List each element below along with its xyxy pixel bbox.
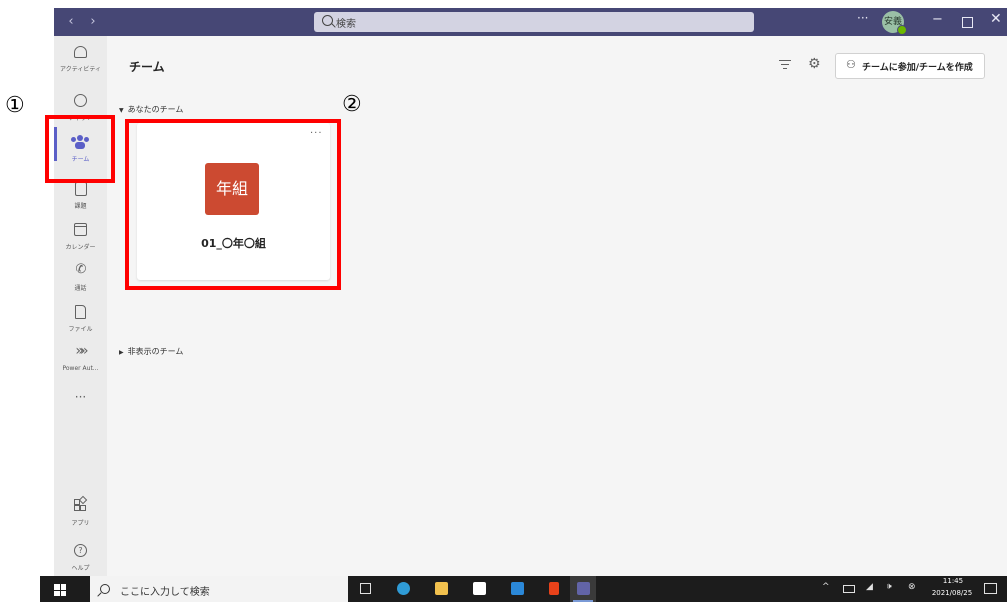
- annotation-marker-1: ①: [5, 93, 25, 118]
- join-or-create-team-button[interactable]: ⚇ チームに参加/チームを作成: [835, 53, 985, 79]
- windows-start-icon[interactable]: [54, 584, 66, 596]
- appbar-item-apps[interactable]: アプリ: [54, 495, 107, 536]
- calendar-icon: [74, 223, 87, 236]
- appbar-item-files[interactable]: ファイル: [54, 302, 107, 342]
- maximize-icon[interactable]: [962, 17, 973, 28]
- chevron-left-icon[interactable]: ‹: [62, 13, 80, 31]
- appbar-item-power-automate[interactable]: »» Power Aut...: [54, 343, 107, 383]
- chevron-right-icon[interactable]: ›: [84, 13, 102, 31]
- phone-icon: ✆: [75, 262, 87, 277]
- search-icon: [322, 15, 333, 26]
- your-teams-toggle[interactable]: ▼ あなたのチーム: [119, 104, 183, 115]
- appbar-item-label: ヘルプ: [71, 565, 90, 572]
- battery-icon[interactable]: [843, 585, 855, 593]
- hidden-teams-label: 非表示のチーム: [127, 347, 184, 356]
- store-icon[interactable]: [466, 576, 492, 602]
- more-options-icon[interactable]: ···: [857, 11, 868, 25]
- mic-muted-icon[interactable]: ⊗: [908, 582, 916, 592]
- add-people-icon: ⚇: [846, 58, 856, 71]
- file-explorer-icon[interactable]: [428, 576, 454, 602]
- appbar-item-label: 通話: [74, 285, 87, 292]
- main-pane: チーム ⚙ ⚇ チームに参加/チームを作成 ▼ あなたのチーム ··· 年組 01…: [107, 36, 1007, 576]
- minimize-icon[interactable]: −: [932, 12, 943, 27]
- annotation-marker-2: ②: [342, 92, 362, 117]
- appbar-item-label: Power Aut...: [62, 365, 99, 372]
- hidden-teams-toggle[interactable]: ▶ 非表示のチーム: [119, 346, 183, 357]
- caret-down-icon: ▼: [119, 107, 124, 114]
- taskbar: ここに入力して検索 ^ ◢ 🕩 ⊗ 11:45 2021/08/25: [40, 576, 1007, 602]
- mail-icon[interactable]: [504, 576, 530, 602]
- gear-icon[interactable]: ⚙: [808, 56, 821, 72]
- taskbar-search-input[interactable]: ここに入力して検索: [90, 576, 348, 602]
- search-input[interactable]: 検索: [314, 12, 754, 32]
- notification-icon[interactable]: [984, 583, 997, 594]
- network-icon[interactable]: ◢: [866, 582, 873, 592]
- help-icon: ?: [74, 544, 87, 557]
- file-icon: [75, 305, 86, 319]
- appbar-item-calls[interactable]: ✆ 通話: [54, 261, 107, 301]
- appbar-item-label: アプリ: [71, 520, 90, 527]
- search-icon: [100, 584, 110, 594]
- volume-icon[interactable]: 🕩: [886, 582, 892, 592]
- header: チーム ⚙ ⚇ チームに参加/チームを作成: [107, 36, 1007, 92]
- appbar-item-assignments[interactable]: 課題: [54, 179, 107, 219]
- chat-icon: [74, 94, 87, 107]
- appbar-item-activity[interactable]: アクティビティ: [54, 42, 107, 82]
- power-automate-icon: »»: [75, 343, 88, 359]
- annotation-box-1: [45, 115, 115, 183]
- apps-icon: [74, 495, 88, 511]
- appbar-item-label: カレンダー: [65, 244, 96, 251]
- task-view-icon[interactable]: [352, 576, 378, 602]
- appbar-item-help[interactable]: ? ヘルプ: [54, 541, 107, 581]
- appbar-item-label: アクティビティ: [60, 66, 101, 73]
- title-bar: ‹ › 検索 ··· 安義 − ✕: [54, 8, 1007, 36]
- edge-icon[interactable]: [390, 576, 416, 602]
- clock-time[interactable]: 11:45: [935, 577, 971, 585]
- your-teams-label: あなたのチーム: [127, 105, 184, 114]
- appbar-item-label: ファイル: [68, 326, 93, 333]
- caret-right-icon: ▶: [119, 349, 124, 356]
- annotation-box-2: [125, 119, 341, 290]
- appbar-item-label: 課題: [74, 203, 87, 210]
- tray-up-arrow-icon[interactable]: ^: [822, 582, 830, 592]
- filter-icon[interactable]: [779, 58, 791, 70]
- more-apps-icon[interactable]: ···: [54, 390, 107, 404]
- office-icon[interactable]: [542, 576, 568, 602]
- page-title: チーム: [129, 60, 165, 74]
- close-icon[interactable]: ✕: [990, 11, 1002, 27]
- clock-date[interactable]: 2021/08/25: [927, 589, 977, 597]
- assignment-icon: [75, 182, 87, 196]
- bell-icon: [74, 46, 87, 58]
- search-placeholder: 検索: [336, 19, 356, 30]
- presence-status-icon: [897, 25, 907, 35]
- join-button-label: チームに参加/チームを作成: [862, 63, 973, 73]
- appbar-item-calendar[interactable]: カレンダー: [54, 220, 107, 260]
- teams-taskbar-icon[interactable]: [570, 576, 596, 602]
- taskbar-search-placeholder: ここに入力して検索: [120, 587, 210, 598]
